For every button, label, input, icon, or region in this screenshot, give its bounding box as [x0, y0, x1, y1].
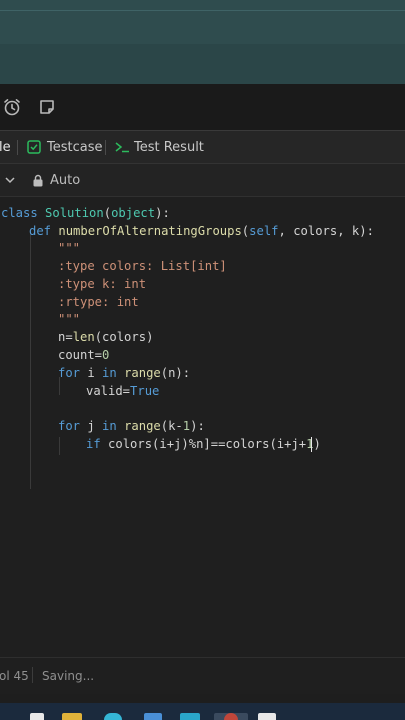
code-line: for j in range(k-1):: [58, 419, 205, 433]
editor-subbar: Auto: [0, 164, 405, 197]
editor-toolbar: [0, 84, 405, 130]
tab-testcase-label: Testcase: [47, 139, 103, 155]
code-line: def numberOfAlternatingGroups(self, colo…: [29, 224, 374, 238]
note-icon[interactable]: [34, 94, 60, 120]
code-line: valid=True: [86, 384, 160, 398]
save-status: Saving...: [42, 669, 95, 683]
taskbar-app-icon[interactable]: [30, 713, 44, 720]
store-icon[interactable]: [144, 713, 162, 720]
auto-mode-label: Auto: [50, 172, 81, 188]
code-line: :type k: int: [58, 277, 147, 291]
tab-test-result-label: Test Result: [134, 139, 204, 155]
code-editor[interactable]: class Solution(object): def numberOfAlte…: [0, 197, 405, 657]
code-line: count=0: [58, 348, 110, 362]
auto-mode-toggle[interactable]: Auto: [32, 164, 80, 196]
os-taskbar: [0, 703, 405, 720]
code-line: class Solution(object):: [1, 206, 170, 220]
background-window: [0, 0, 405, 84]
tab-testcase[interactable]: Testcase: [27, 131, 103, 163]
tab-divider: [17, 140, 18, 155]
code-line: if colors(i+j)%n]==colors(i+j+1): [86, 437, 321, 451]
tab-divider: [105, 140, 106, 155]
alarm-clock-icon[interactable]: [0, 94, 25, 120]
lock-icon: [33, 174, 43, 186]
code-line: :rtype: int: [58, 295, 139, 309]
chevron-down-icon[interactable]: [4, 164, 16, 196]
browser-icon[interactable]: [104, 713, 122, 720]
folder-icon[interactable]: [62, 713, 82, 720]
panel-tab-bar: le Testcase Test Result: [0, 131, 405, 164]
tab-test-result[interactable]: Test Result: [114, 131, 204, 163]
code-line: """: [58, 312, 81, 326]
text-cursor: [311, 437, 312, 452]
status-bar: ol 45 Saving...: [0, 657, 405, 694]
code-line: n=len(colors): [58, 330, 154, 344]
code-line: """: [58, 241, 81, 255]
tab-code[interactable]: le: [0, 131, 11, 163]
taskbar-app-icon[interactable]: [224, 713, 238, 720]
cursor-position: ol 45: [0, 669, 29, 683]
checkbox-icon: [27, 140, 41, 154]
status-divider: [32, 667, 33, 683]
indent-guide: [59, 437, 60, 455]
terminal-icon: [115, 142, 129, 153]
code-line: for i in range(n):: [58, 366, 191, 380]
tab-code-label: le: [0, 139, 11, 155]
taskbar-app-icon[interactable]: [180, 713, 200, 720]
indent-guide: [30, 233, 31, 489]
code-line: :type colors: List[int]: [58, 259, 227, 273]
calendar-icon[interactable]: [258, 713, 276, 720]
